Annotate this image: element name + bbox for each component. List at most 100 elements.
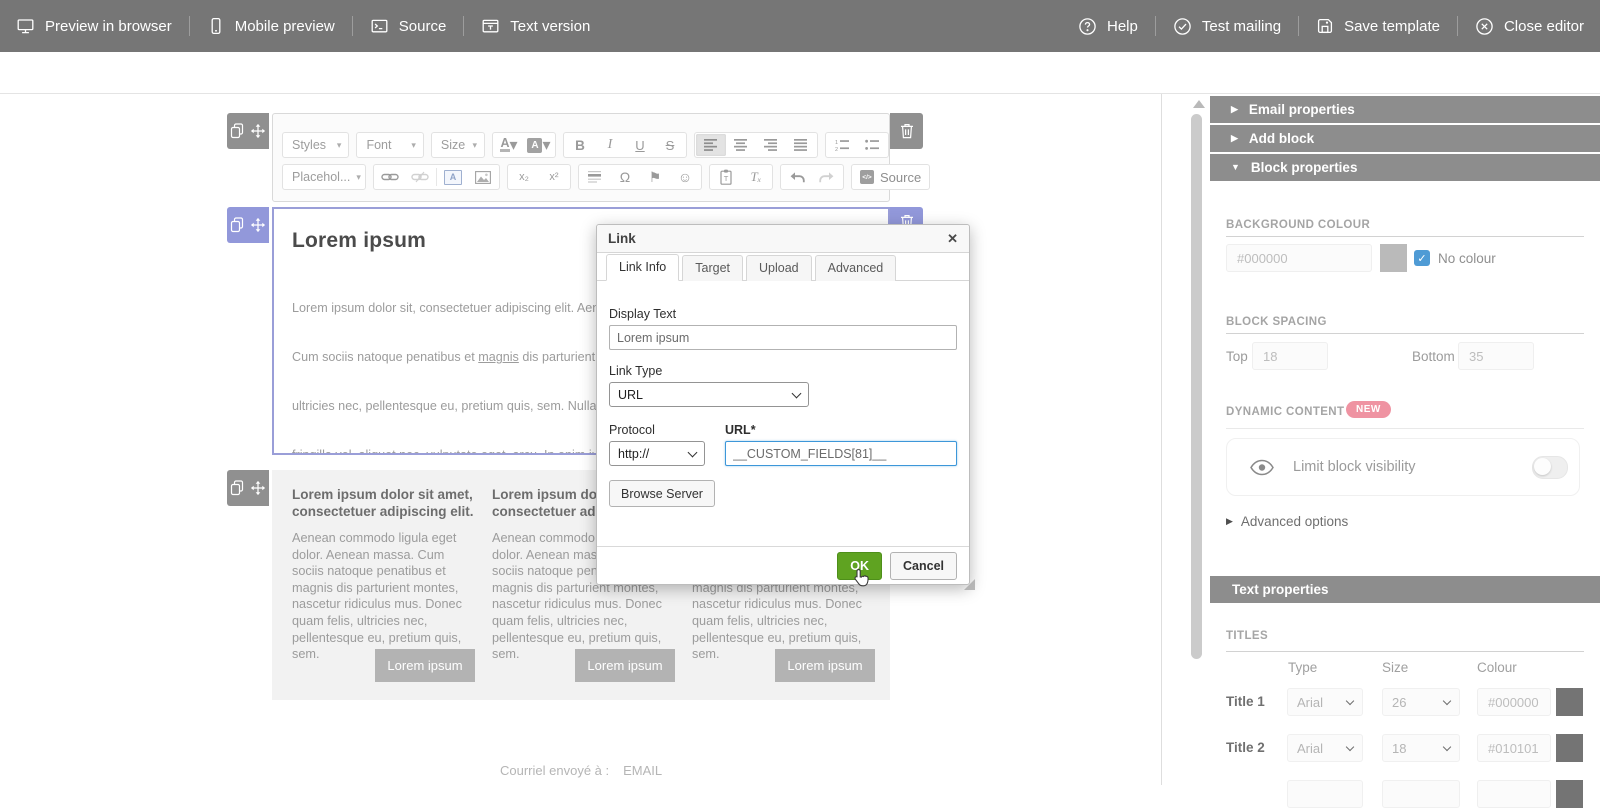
text-version-button[interactable]: Text version <box>481 17 590 35</box>
title1-colour-input[interactable] <box>1477 688 1551 716</box>
advanced-options-toggle[interactable]: ▶ Advanced options <box>1226 514 1348 529</box>
unlink-icon <box>411 171 429 183</box>
duplicate-icon <box>230 123 244 139</box>
scrollbar-up-arrow[interactable] <box>1193 100 1205 108</box>
inline-link[interactable]: magnis <box>478 350 519 364</box>
dialog-title-bar[interactable]: Link ✕ <box>597 225 969 253</box>
panel-add-block[interactable]: ▶ Add block <box>1210 125 1600 152</box>
dialog-resize-handle[interactable] <box>964 579 975 590</box>
help-circle-icon <box>1078 17 1097 36</box>
styles-combo[interactable]: Styles ▾ <box>282 132 350 158</box>
unlink-button[interactable] <box>405 166 435 188</box>
check-circle-icon <box>1173 17 1192 36</box>
subscript-button[interactable]: x₂ <box>509 166 539 188</box>
anchor-button[interactable]: A <box>438 166 468 188</box>
title1-colour-swatch[interactable] <box>1556 688 1583 716</box>
bold-button[interactable]: B <box>565 134 595 156</box>
flag-button[interactable]: ⚑ <box>640 166 670 188</box>
no-colour-checkbox[interactable]: ✓ <box>1414 250 1430 266</box>
column-cta-button[interactable]: Lorem ipsum <box>775 649 875 682</box>
bulleted-list-icon <box>864 139 879 150</box>
justify-button[interactable] <box>786 134 816 156</box>
browse-server-button[interactable]: Browse Server <box>609 480 715 507</box>
italic-button[interactable]: I <box>595 134 625 156</box>
preview-in-browser-button[interactable]: Preview in browser <box>16 17 172 35</box>
background-color-button[interactable]: A ▾ <box>524 134 554 156</box>
help-button[interactable]: Help <box>1078 17 1138 36</box>
chevron-down-icon <box>687 447 698 457</box>
ok-button[interactable]: OK <box>837 551 882 580</box>
columns-block-drag-handle[interactable] <box>227 470 269 506</box>
tab-upload[interactable]: Upload <box>746 255 812 281</box>
spacing-bottom-input[interactable] <box>1458 342 1534 370</box>
dialog-close-icon[interactable]: ✕ <box>947 231 958 247</box>
title3-size-select-partial[interactable] <box>1382 780 1460 808</box>
strikethrough-button[interactable]: S <box>655 134 685 156</box>
underline-button[interactable]: U <box>625 134 655 156</box>
source-button[interactable]: Source <box>370 17 446 35</box>
align-left-button[interactable] <box>696 134 726 156</box>
size-combo[interactable]: Size ▾ <box>430 132 485 158</box>
spacing-top-input[interactable] <box>1252 342 1328 370</box>
redo-button[interactable] <box>812 166 842 188</box>
link-type-select[interactable]: URL <box>609 382 809 407</box>
text-color-button[interactable]: A ▾ <box>494 134 524 156</box>
display-text-input[interactable] <box>609 325 957 350</box>
source-code-button[interactable]: </> Source <box>860 166 921 188</box>
selected-block-drag-handle[interactable] <box>227 207 269 243</box>
title2-size-select[interactable]: 18 <box>1382 734 1460 762</box>
block-drag-handle[interactable] <box>227 113 269 149</box>
tab-advanced[interactable]: Advanced <box>814 255 897 281</box>
tab-target[interactable]: Target <box>682 255 744 281</box>
font-combo[interactable]: Font ▾ <box>356 132 424 158</box>
insert-link-button[interactable] <box>375 166 405 188</box>
horizontal-rule-button[interactable] <box>580 166 610 188</box>
title2-type-select[interactable]: Arial <box>1287 734 1363 762</box>
panel-text-properties[interactable]: Text properties <box>1210 576 1600 603</box>
numbered-list-button[interactable]: 12 <box>827 134 857 156</box>
column-cta-button[interactable]: Lorem ipsum <box>375 649 475 682</box>
title3-type-select-partial[interactable] <box>1287 780 1363 808</box>
remove-format-button[interactable]: Tₓ <box>741 166 771 188</box>
text-color-icon: A <box>500 136 510 152</box>
numbered-list-icon: 12 <box>835 140 849 152</box>
title3-colour-input-partial[interactable] <box>1477 780 1551 808</box>
dialog-tabs: Link Info Target Upload Advanced <box>597 253 969 281</box>
title1-size-select[interactable]: 26 <box>1382 688 1460 716</box>
delete-block-button[interactable] <box>890 113 923 149</box>
chevron-down-icon <box>1442 742 1452 752</box>
link-type-label: Link Type <box>609 364 663 378</box>
tab-link-info[interactable]: Link Info <box>606 254 680 281</box>
save-template-button[interactable]: Save template <box>1316 17 1440 35</box>
column-cta-button[interactable]: Lorem ipsum <box>575 649 675 682</box>
url-label: URL* <box>725 423 756 437</box>
limit-visibility-toggle[interactable] <box>1532 456 1568 479</box>
scrollbar-thumb[interactable] <box>1191 114 1202 659</box>
column-heading: Lorem ipsum dolor sit amet, consectetuer… <box>292 487 474 519</box>
bulleted-list-button[interactable] <box>857 134 887 156</box>
protocol-select[interactable]: http:// <box>609 441 705 466</box>
special-character-button[interactable]: Ω <box>610 166 640 188</box>
background-colour-input[interactable] <box>1226 244 1372 272</box>
close-editor-button[interactable]: Close editor <box>1475 17 1584 36</box>
cancel-button[interactable]: Cancel <box>890 551 957 580</box>
title1-type-select[interactable]: Arial <box>1287 688 1363 716</box>
background-colour-swatch[interactable] <box>1380 244 1407 272</box>
placeholder-combo[interactable]: Placehol... ▾ <box>282 164 366 190</box>
panel-email-properties[interactable]: ▶ Email properties <box>1210 96 1600 123</box>
superscript-button[interactable]: x² <box>539 166 569 188</box>
mobile-preview-button[interactable]: Mobile preview <box>207 17 335 35</box>
paste-from-word-button[interactable]: T <box>711 166 741 188</box>
url-input[interactable] <box>725 441 957 466</box>
align-center-button[interactable] <box>726 134 756 156</box>
align-right-button[interactable] <box>756 134 786 156</box>
undo-button[interactable] <box>782 166 812 188</box>
title2-colour-swatch[interactable] <box>1556 734 1583 762</box>
test-mailing-button[interactable]: Test mailing <box>1173 17 1281 36</box>
insert-image-button[interactable] <box>468 166 498 188</box>
panel-block-properties[interactable]: ▼ Block properties <box>1210 154 1600 181</box>
smiley-button[interactable]: ☺ <box>670 166 700 188</box>
title3-colour-swatch-partial[interactable] <box>1556 780 1583 808</box>
title2-colour-input[interactable] <box>1477 734 1551 762</box>
block-spacing-section-label: BLOCK SPACING <box>1226 316 1327 328</box>
